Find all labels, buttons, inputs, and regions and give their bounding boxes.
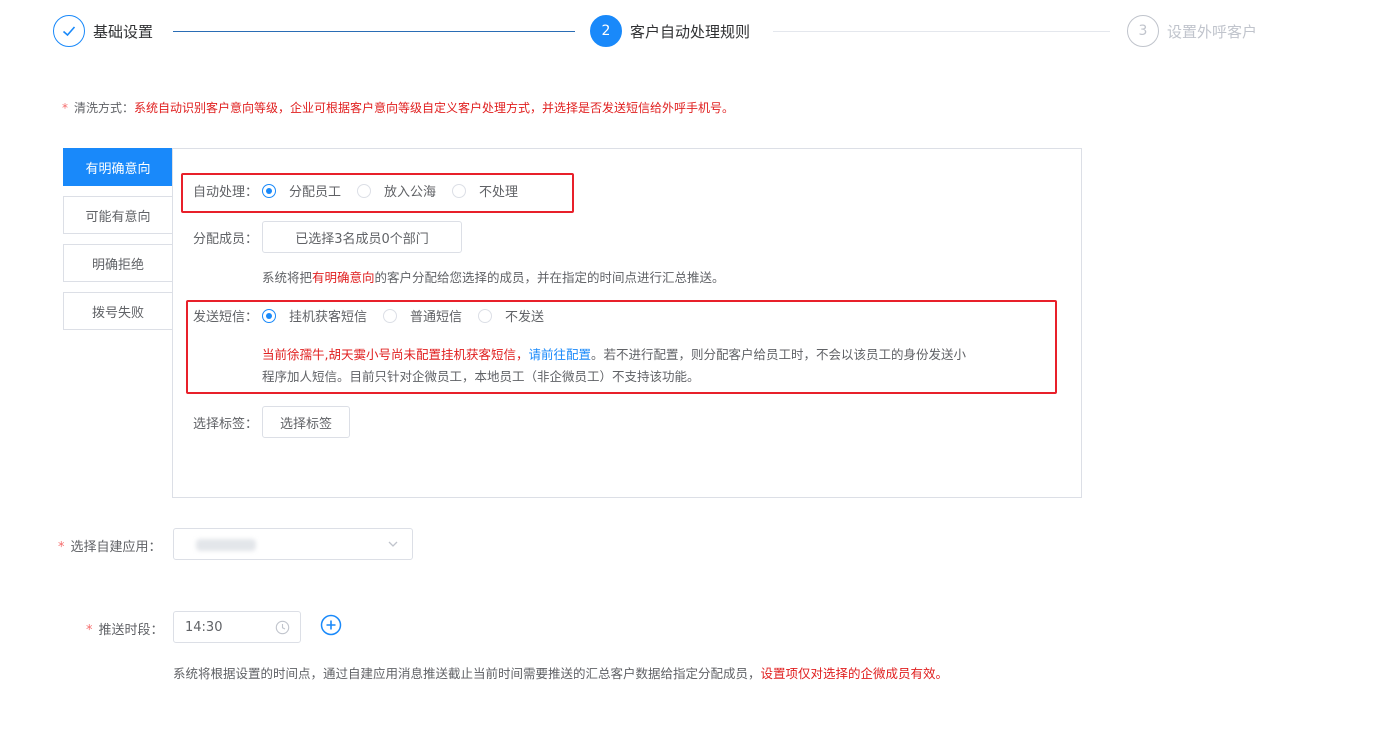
send-sms-row: 发送短信： 挂机获客短信 普通短信 不发送 [193, 306, 560, 325]
assign-members-label: 分配成员： [193, 231, 259, 247]
step-2-title: 客户自动处理规则 [630, 22, 751, 41]
tab-clear-intent[interactable]: 有明确意向 [63, 148, 173, 186]
step-1[interactable]: 基础设置 [53, 15, 153, 47]
clock-icon [275, 620, 290, 635]
push-time-label: 推送时段： [98, 623, 164, 638]
radio-label: 不处理 [479, 185, 519, 200]
tab-clear-reject[interactable]: 明确拒绝 [63, 244, 173, 282]
go-configure-link[interactable]: 请前往配置 [528, 347, 591, 362]
assign-note: 系统将把有明确意向的客户分配给您选择的成员，并在指定的时间点进行汇总推送。 [262, 267, 725, 289]
intent-tabs: 有明确意向 可能有意向 明确拒绝 拨号失败 [63, 148, 173, 340]
push-note-normal: 系统将根据设置的时间点，通过自建应用消息推送截止当前时间需要推送的汇总客户数据给… [173, 666, 761, 681]
step-3[interactable]: 3 设置外呼客户 [1127, 15, 1257, 47]
sms-warning-line-1: 当前徐孺牛,胡天霙小号尚未配置挂机获客短信，请前往配置。若不进行配置，则分配客户… [262, 344, 1062, 366]
blurred-value [196, 539, 256, 551]
push-note-red: 设置项仅对选择的企微成员有效。 [760, 666, 949, 681]
step-connector-2 [773, 31, 1110, 32]
radio-label: 普通短信 [410, 310, 463, 325]
clean-method-label: 清洗方式： [74, 101, 135, 115]
step-2-number: 2 [590, 15, 622, 47]
assign-note-highlight: 有明确意向 [312, 270, 375, 285]
check-icon [53, 15, 85, 47]
radio-checked-icon [262, 308, 277, 323]
radio-unchecked-icon [357, 183, 372, 198]
radio-label: 挂机获客短信 [289, 310, 368, 325]
sms-warning-line-2: 程序加人短信。目前只针对企微员工，本地员工（非企微员工）不支持该功能。 [262, 369, 700, 384]
rule-panel: 自动处理： 分配员工 放入公海 不处理 分配成员： 已选择3名成员0个部门 系统… [172, 148, 1082, 498]
step-2[interactable]: 2 客户自动处理规则 [590, 15, 750, 47]
step-3-number: 3 [1127, 15, 1159, 47]
push-note: 系统将根据设置的时间点，通过自建应用消息推送截止当前时间需要推送的汇总客户数据给… [173, 663, 948, 682]
radio-no-process[interactable]: 不处理 [452, 181, 518, 200]
tab-dial-failed[interactable]: 拨号失败 [63, 292, 173, 330]
clean-method-line: * 清洗方式：系统自动识别客户意向等级，企业可根据客户意向等级自定义客户处理方式，… [62, 99, 734, 116]
add-time-plus-icon[interactable] [320, 614, 342, 636]
radio-label: 分配员工 [289, 185, 342, 200]
assign-members-row: 分配成员： 已选择3名成员0个部门 [193, 221, 463, 253]
select-tags-button[interactable]: 选择标签 [262, 406, 351, 438]
send-sms-label: 发送短信： [193, 310, 259, 325]
radio-no-sms[interactable]: 不发送 [478, 306, 544, 325]
clean-method-text: 系统自动识别客户意向等级，企业可根据客户意向等级自定义客户处理方式，并选择是否发… [134, 101, 735, 115]
tab-possible-intent[interactable]: 可能有意向 [63, 196, 173, 234]
select-tags-label: 选择标签： [193, 416, 259, 432]
assign-note-prefix: 系统将把 [262, 270, 313, 285]
sms-warning: 当前徐孺牛,胡天霙小号尚未配置挂机获客短信，请前往配置。若不进行配置，则分配客户… [262, 344, 1062, 388]
radio-unchecked-icon [478, 308, 493, 323]
radio-unchecked-icon [383, 308, 398, 323]
app-label: 选择自建应用： [70, 540, 162, 555]
step-1-title: 基础设置 [93, 22, 154, 41]
radio-label: 放入公海 [384, 185, 437, 200]
select-tags-row: 选择标签： 选择标签 [193, 406, 351, 438]
radio-checked-icon [262, 183, 277, 198]
select-members-button[interactable]: 已选择3名成员0个部门 [262, 221, 463, 253]
radio-public-pool[interactable]: 放入公海 [357, 181, 436, 200]
auto-process-label: 自动处理： [193, 185, 259, 200]
steps-bar: 基础设置 2 客户自动处理规则 3 设置外呼客户 [53, 15, 1283, 49]
sms-warning-red: 当前徐孺牛,胡天霙小号尚未配置挂机获客短信， [262, 347, 529, 362]
assign-note-suffix: 的客户分配给您选择的成员，并在指定的时间点进行汇总推送。 [374, 270, 725, 285]
step-connector-1 [173, 31, 575, 32]
step-3-title: 设置外呼客户 [1167, 22, 1258, 41]
chevron-down-icon [388, 541, 398, 547]
radio-hangup-sms[interactable]: 挂机获客短信 [262, 306, 367, 325]
push-time-value: 14:30 [185, 619, 223, 635]
radio-unchecked-icon [452, 183, 467, 198]
required-star: * [58, 540, 65, 555]
radio-normal-sms[interactable]: 普通短信 [383, 306, 462, 325]
app-label-line: * 选择自建应用： [58, 536, 162, 555]
required-star: * [62, 101, 68, 115]
required-star: * [86, 623, 93, 638]
push-label-line: * 推送时段： [86, 619, 164, 638]
sms-warning-rest: 。若不进行配置，则分配客户给员工时，不会以该员工的身份发送小 [591, 347, 967, 362]
app-select[interactable] [173, 528, 413, 560]
radio-assign-staff[interactable]: 分配员工 [262, 181, 341, 200]
push-time-input[interactable]: 14:30 [173, 611, 301, 643]
radio-label: 不发送 [505, 310, 545, 325]
auto-process-row: 自动处理： 分配员工 放入公海 不处理 [193, 181, 534, 200]
